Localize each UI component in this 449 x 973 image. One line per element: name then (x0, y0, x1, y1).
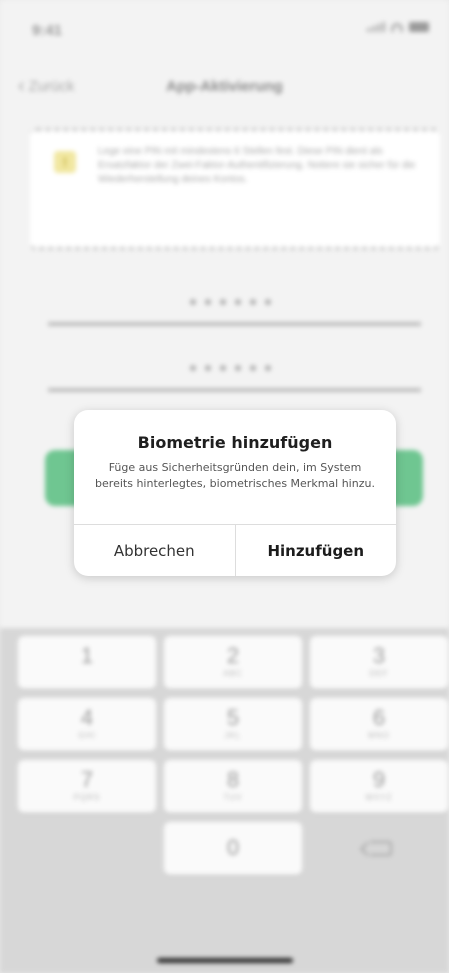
warning-icon: ! (54, 151, 76, 173)
key-digit: 1 (80, 643, 94, 668)
key-7[interactable]: 7 PQRS (18, 760, 156, 813)
key-5[interactable]: 5 JKL (164, 698, 302, 751)
dialog-message: Füge aus Sicherheitsgründen dein, im Sys… (95, 461, 375, 490)
key-letters: DEF (369, 669, 389, 678)
battery-icon (409, 22, 429, 32)
status-icons (367, 22, 429, 32)
key-digit: 3 (372, 643, 386, 668)
nav-bar: ‹ Zurück App-Aktivierung (0, 68, 449, 108)
cancel-button[interactable]: Abbrechen (74, 525, 236, 576)
key-letters: PQRS (73, 793, 101, 802)
backspace-icon (370, 840, 392, 856)
key-letters: MNO (368, 731, 390, 740)
key-digit: 8 (226, 767, 240, 792)
backspace-key[interactable] (310, 822, 448, 875)
key-letters: ABC (223, 669, 243, 678)
signal-icon (367, 22, 385, 32)
key-letters: JKL (224, 731, 242, 740)
key-digit: 7 (80, 767, 94, 792)
key-letters: GHI (78, 731, 96, 740)
key-8[interactable]: 8 TUV (164, 760, 302, 813)
key-4[interactable]: 4 GHI (18, 698, 156, 751)
pin-confirm-input[interactable]: •••••• (48, 354, 421, 392)
key-0[interactable]: 0 (164, 822, 302, 875)
info-text: Lege eine PIN mit mindestens 6 Stellen f… (98, 146, 416, 185)
page-title: App-Aktivierung (166, 78, 283, 95)
dialog-actions: Abbrechen Hinzufügen (74, 524, 396, 576)
key-digit: 5 (226, 705, 240, 730)
key-digit: 4 (80, 705, 94, 730)
wifi-icon (391, 23, 403, 32)
key-letters: WXYZ (365, 793, 393, 802)
key-digit: 0 (226, 835, 240, 860)
biometrics-dialog: Biometrie hinzufügen Füge aus Sicherheit… (74, 410, 396, 576)
key-1[interactable]: 1 (18, 636, 156, 689)
dialog-title: Biometrie hinzufügen (137, 433, 333, 452)
key-2[interactable]: 2 ABC (164, 636, 302, 689)
status-time: 9:41 (32, 22, 63, 39)
key-digit: 6 (372, 705, 386, 730)
key-6[interactable]: 6 MNO (310, 698, 448, 751)
home-indicator (157, 958, 293, 963)
key-blank (18, 822, 156, 875)
numeric-keypad: 1 2 ABC 3 DEF 4 GHI 5 JKL 6 MNO 7 PQRS 8 (0, 628, 449, 973)
key-3[interactable]: 3 DEF (310, 636, 448, 689)
info-box: ! Lege eine PIN mit mindestens 6 Stellen… (30, 128, 440, 250)
key-9[interactable]: 9 WXYZ (310, 760, 448, 813)
pin-input[interactable]: •••••• (48, 288, 421, 326)
status-bar: 9:41 (0, 0, 449, 60)
key-letters: TUV (223, 793, 243, 802)
key-digit: 9 (372, 767, 386, 792)
add-biometrics-button[interactable]: Hinzufügen (236, 525, 397, 576)
key-digit: 2 (226, 643, 240, 668)
